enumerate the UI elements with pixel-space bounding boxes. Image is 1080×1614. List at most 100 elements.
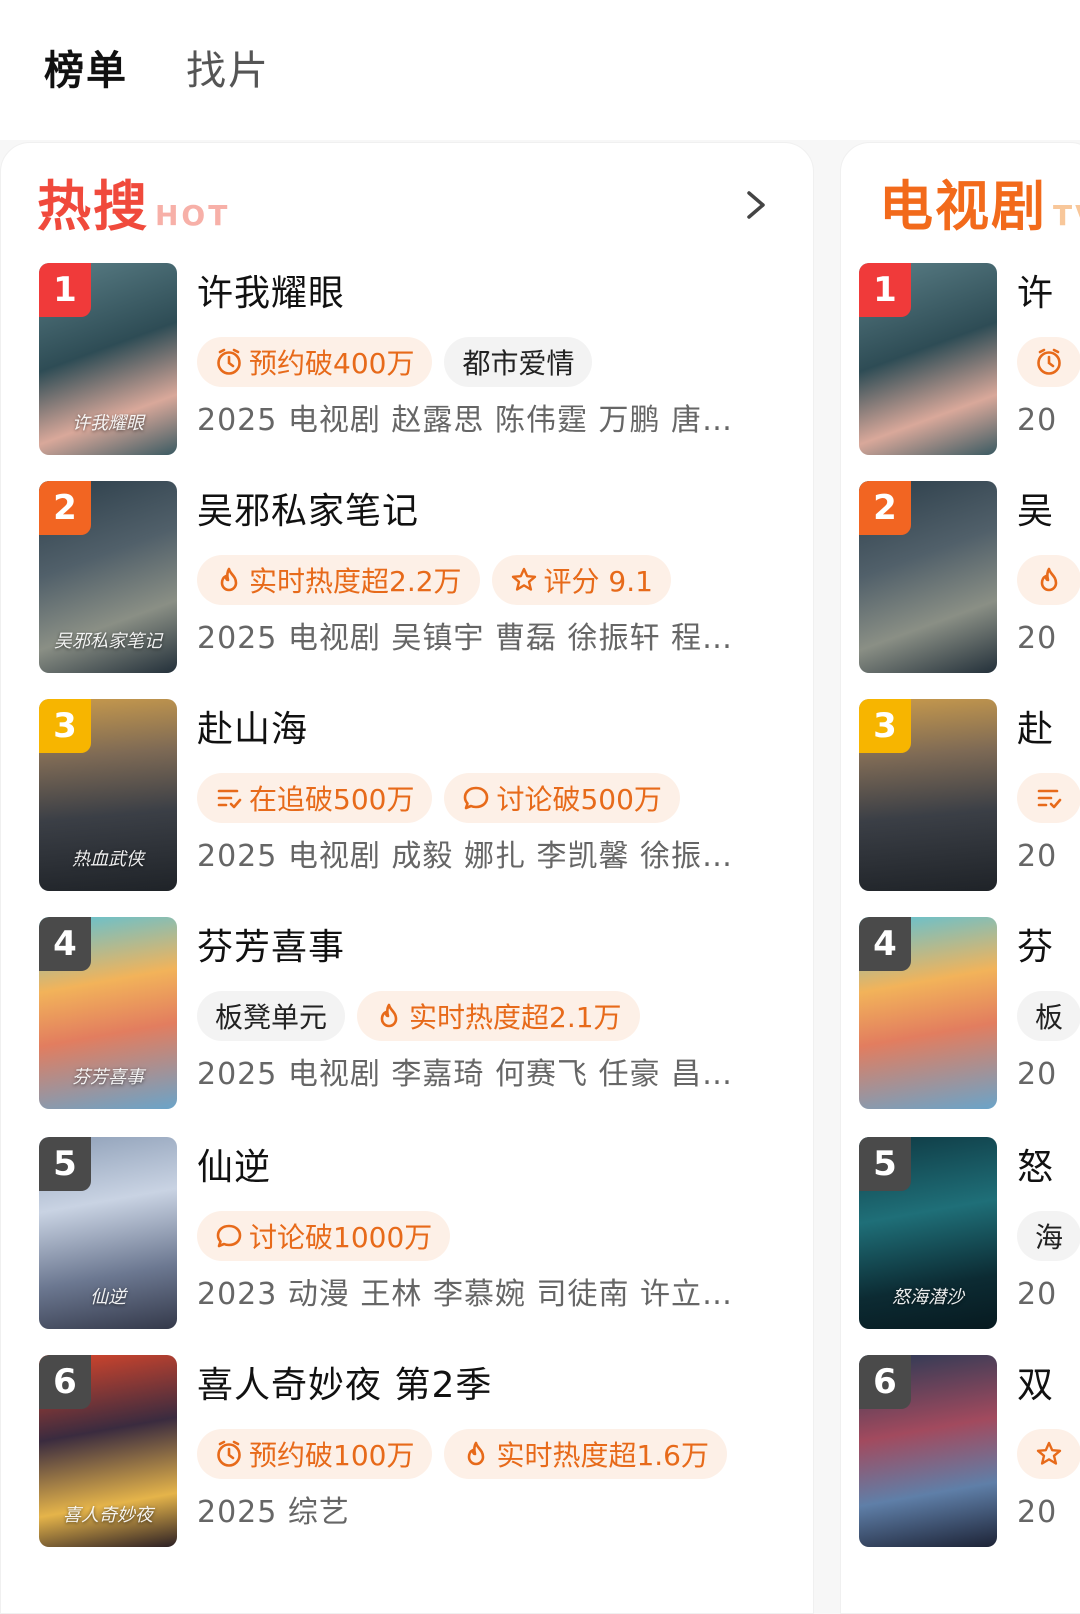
- stat-tag: 讨论破500万: [444, 773, 680, 823]
- hot-card-subtitle: HOT: [155, 199, 231, 232]
- stat-tag: [1017, 337, 1080, 387]
- tag-row: 实时热度超2.2万 评分 9.1: [197, 555, 671, 605]
- item-meta: 2025 电视剧 李嘉琦 何赛飞 任豪 昌…: [197, 1057, 734, 1092]
- list-item[interactable]: 1 许我耀眼 许我耀眼 预约破400万 都市爱情 2025 电视剧 赵露思 陈伟霆 万鹏 …: [39, 263, 799, 455]
- tag-row: 在追破500万 讨论破500万: [197, 773, 680, 823]
- stat-tag: 实时热度超2.1万: [357, 991, 640, 1041]
- item-title[interactable]: 许: [1017, 271, 1054, 317]
- list-item[interactable]: 6 双 20: [859, 1355, 1080, 1547]
- stat-tag: [1017, 773, 1080, 823]
- list-item[interactable]: 2 吴 20: [859, 481, 1080, 673]
- tag-row: [1017, 1429, 1080, 1479]
- poster-image[interactable]: 1: [859, 263, 997, 455]
- tv-card: 电视剧TV 1 许 20 2 吴 20 3 赴 20 4 芬板 20 5 怒海潜沙 怒海 20 6 双 20: [840, 142, 1080, 1614]
- rank-badge: 5: [859, 1137, 911, 1191]
- chevron-right-icon[interactable]: [739, 185, 773, 225]
- tag-text: 实时热度超1.6万: [496, 1439, 709, 1472]
- list-icon: [217, 789, 242, 809]
- flame-icon: [220, 567, 238, 592]
- list-item[interactable]: 1 许 20: [859, 263, 1080, 455]
- item-title[interactable]: 赴: [1017, 707, 1054, 753]
- rank-badge: 2: [39, 481, 91, 535]
- item-title[interactable]: 怒: [1017, 1145, 1054, 1191]
- poster-caption: 怒海潜沙: [892, 1287, 964, 1308]
- item-title[interactable]: 吴邪私家笔记: [197, 489, 419, 535]
- tag-text: 海: [1035, 1221, 1064, 1254]
- poster-image[interactable]: 3 热血武侠: [39, 699, 177, 891]
- rank-badge: 5: [39, 1137, 91, 1191]
- item-title[interactable]: 双: [1017, 1363, 1054, 1409]
- tag-row: [1017, 773, 1080, 823]
- item-title[interactable]: 吴: [1017, 489, 1054, 535]
- stat-tag: 预约破100万: [197, 1429, 433, 1479]
- item-title[interactable]: 芬芳喜事: [197, 925, 345, 971]
- item-meta: 2023 动漫 王林 李慕婉 司徒南 许立…: [197, 1277, 734, 1312]
- tag-text: 讨论破1000万: [249, 1221, 433, 1254]
- list-item[interactable]: 3 赴 20: [859, 699, 1080, 891]
- genre-tag: 板凳单元: [197, 991, 346, 1041]
- flame-icon: [380, 1003, 398, 1028]
- list-item[interactable]: 5 仙逆 仙逆 讨论破1000万 2023 动漫 王林 李慕婉 司徒南 许立…: [39, 1137, 799, 1329]
- poster-image[interactable]: 4: [859, 917, 997, 1109]
- hot-search-card: 热搜 HOT 1 许我耀眼 许我耀眼 预约破400万 都市爱情 2025 电视剧 赵露思 陈…: [0, 142, 814, 1614]
- poster-image[interactable]: 6 喜人奇妙夜: [39, 1355, 177, 1547]
- poster-image[interactable]: 5 怒海潜沙: [859, 1137, 997, 1329]
- hot-card-header[interactable]: 热搜 HOT: [37, 175, 230, 248]
- poster-caption: 许我耀眼: [72, 413, 144, 434]
- tv-card-subtitle: TV: [1053, 199, 1080, 232]
- item-title[interactable]: 仙逆: [197, 1145, 271, 1191]
- tag-row: 板凳单元 实时热度超2.1万: [197, 991, 640, 1041]
- poster-image[interactable]: 6: [859, 1355, 997, 1547]
- poster-caption: 芬芳喜事: [72, 1067, 144, 1088]
- item-title[interactable]: 许我耀眼: [197, 271, 345, 317]
- tag-text: 都市爱情: [462, 347, 575, 380]
- poster-caption: 热血武侠: [72, 849, 144, 870]
- rank-badge: 6: [859, 1355, 911, 1409]
- star-icon: [1036, 1441, 1062, 1465]
- clock-icon: [217, 1440, 241, 1467]
- item-meta: 20: [1017, 1495, 1058, 1530]
- item-meta: 2025 电视剧 吴镇宇 曹磊 徐振轩 程…: [197, 621, 734, 656]
- stat-tag: 实时热度超2.2万: [197, 555, 480, 605]
- tag-row: [1017, 337, 1080, 387]
- poster-image[interactable]: 4 芬芳喜事: [39, 917, 177, 1109]
- tag-row: 预约破100万 实时热度超1.6万: [197, 1429, 727, 1479]
- list-item[interactable]: 6 喜人奇妙夜 喜人奇妙夜 第2季 预约破100万 实时热度超1.6万 2025 综艺: [39, 1355, 799, 1547]
- item-meta: 20: [1017, 839, 1058, 874]
- tag-text: 板凳单元: [215, 1001, 328, 1034]
- list-item[interactable]: 3 热血武侠 赴山海 在追破500万 讨论破500万 2025 电视剧 成毅 娜扎 李凯馨…: [39, 699, 799, 891]
- item-meta: 20: [1017, 403, 1058, 438]
- rank-badge: 4: [859, 917, 911, 971]
- poster-caption: 仙逆: [90, 1287, 126, 1308]
- star-icon: [511, 567, 536, 591]
- poster-image[interactable]: 1 许我耀眼: [39, 263, 177, 455]
- tv-card-header[interactable]: 电视剧TV: [879, 175, 1080, 248]
- item-title[interactable]: 赴山海: [197, 707, 308, 753]
- poster-caption: 喜人奇妙夜: [63, 1505, 153, 1526]
- item-title[interactable]: 喜人奇妙夜 第2季: [197, 1363, 492, 1409]
- poster-image[interactable]: 5 仙逆: [39, 1137, 177, 1329]
- item-meta: 20: [1017, 1277, 1058, 1312]
- list-item[interactable]: 4 芬芳喜事 芬芳喜事 板凳单元 实时热度超2.1万 2025 电视剧 李嘉琦 何赛飞 任…: [39, 917, 799, 1109]
- item-title[interactable]: 芬: [1017, 925, 1054, 971]
- list-icon: [1037, 789, 1062, 809]
- rank-badge: 2: [859, 481, 911, 535]
- tag-row: [1017, 555, 1080, 605]
- rank-badge: 1: [39, 263, 91, 317]
- list-item[interactable]: 4 芬板 20: [859, 917, 1080, 1109]
- tab-ranking[interactable]: 榜单: [44, 46, 128, 96]
- poster-image[interactable]: 2 吴邪私家笔记: [39, 481, 177, 673]
- rank-badge: 3: [859, 699, 911, 753]
- tag-text: 预约破100万: [249, 1439, 415, 1472]
- tag-row: 预约破400万 都市爱情: [197, 337, 593, 387]
- tab-find-film[interactable]: 找片: [186, 46, 270, 96]
- chat-icon: [464, 786, 489, 810]
- list-item[interactable]: 5 怒海潜沙 怒海 20: [859, 1137, 1080, 1329]
- tag-row: 讨论破1000万: [197, 1211, 451, 1261]
- rank-badge: 6: [39, 1355, 91, 1409]
- stat-tag: 预约破400万: [197, 337, 433, 387]
- poster-image[interactable]: 3: [859, 699, 997, 891]
- poster-image[interactable]: 2: [859, 481, 997, 673]
- list-item[interactable]: 2 吴邪私家笔记 吴邪私家笔记实时热度超2.2万 评分 9.1 2025 电视剧 吴镇宇…: [39, 481, 799, 673]
- tag-text: 讨论破500万: [496, 783, 662, 816]
